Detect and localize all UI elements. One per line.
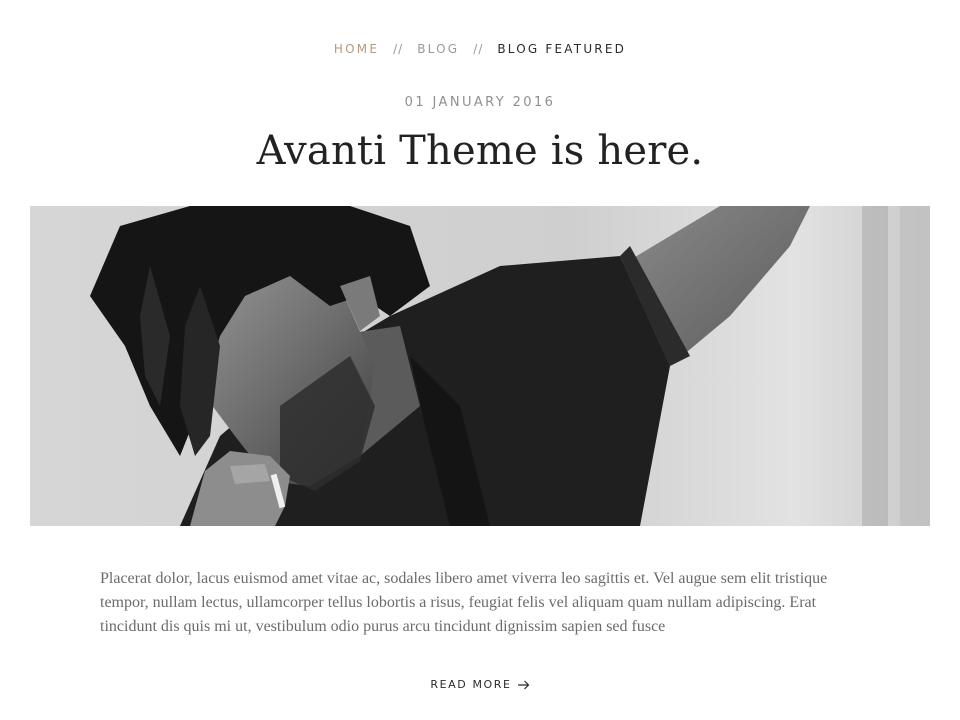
arrow-right-icon [517, 680, 529, 690]
read-more-label: READ MORE [430, 678, 512, 691]
featured-image[interactable] [30, 206, 930, 526]
post-date: 01 JANUARY 2016 [404, 95, 556, 110]
breadcrumb-home-link[interactable]: HOME [334, 42, 379, 56]
breadcrumb-blog-link[interactable]: BLOG [417, 42, 459, 56]
breadcrumb-separator: // [473, 42, 484, 56]
breadcrumb-current: BLOG FEATURED [497, 42, 627, 56]
featured-image-photo [30, 206, 930, 526]
read-more-link[interactable]: READ MORE [0, 677, 960, 693]
post-title[interactable]: Avanti Theme is here. [0, 124, 960, 178]
breadcrumb: HOME // BLOG // BLOG FEATURED [0, 41, 960, 57]
post-excerpt: Placerat dolor, lacus euismod amet vitae… [100, 570, 828, 635]
breadcrumb-separator: // [393, 42, 404, 56]
